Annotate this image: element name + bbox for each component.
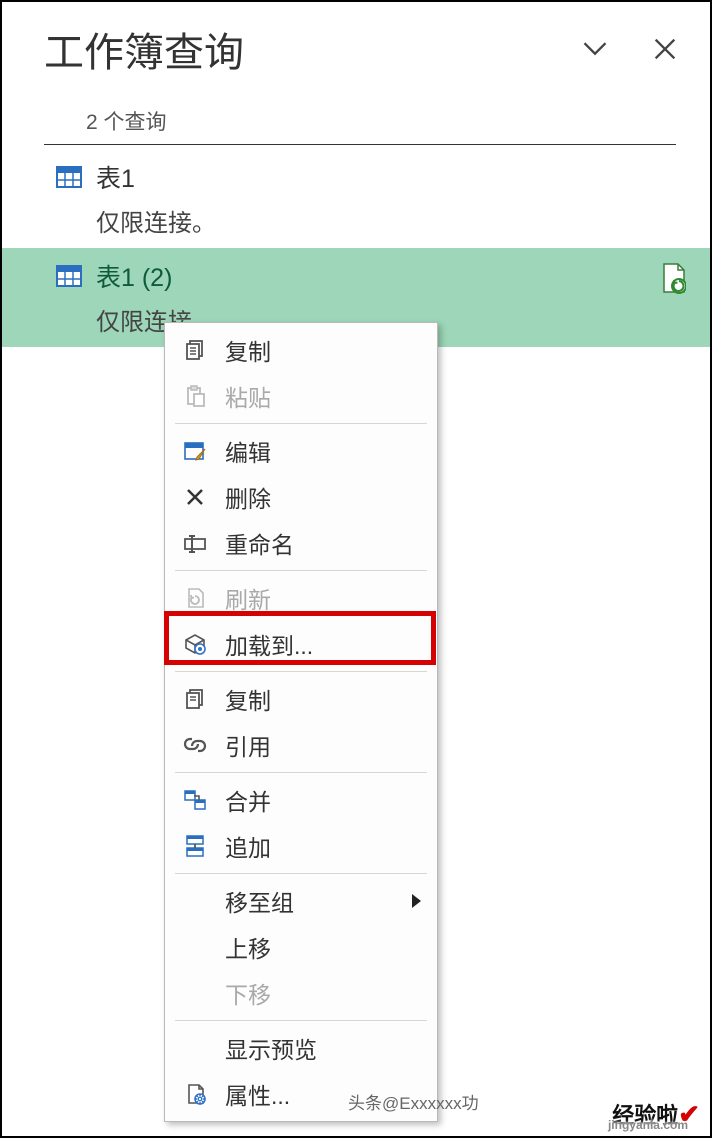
menu-label: 上移 <box>225 930 421 964</box>
blank-icon <box>181 887 209 915</box>
query-item[interactable]: 表1 仅限连接。 <box>2 149 710 248</box>
menu-move-up[interactable]: 上移 <box>165 924 437 970</box>
menu-append[interactable]: 追加 <box>165 823 437 869</box>
blank-icon <box>181 933 209 961</box>
pane-controls <box>580 34 680 64</box>
menu-move-down: 下移 <box>165 970 437 1016</box>
duplicate-icon <box>181 685 209 713</box>
menu-load-to[interactable]: 加载到... <box>165 621 437 667</box>
menu-separator <box>175 772 427 773</box>
edit-icon <box>181 437 209 465</box>
menu-label: 加载到... <box>225 627 421 661</box>
menu-label: 重命名 <box>225 526 421 560</box>
page-refresh-icon <box>660 262 686 299</box>
menu-reference[interactable]: 引用 <box>165 722 437 768</box>
query-status: 仅限连接。 <box>56 203 680 238</box>
delete-icon <box>181 483 209 511</box>
refresh-icon <box>181 584 209 612</box>
append-icon <box>181 832 209 860</box>
query-name: 表1 <box>96 159 135 195</box>
menu-label: 复制 <box>225 682 421 716</box>
table-icon <box>56 265 82 287</box>
menu-duplicate[interactable]: 复制 <box>165 676 437 722</box>
properties-icon <box>181 1080 209 1108</box>
reference-icon <box>181 731 209 759</box>
close-icon <box>651 35 679 63</box>
close-button[interactable] <box>650 34 680 64</box>
menu-delete[interactable]: 删除 <box>165 474 437 520</box>
query-row: 表1 (2) <box>56 258 680 294</box>
rename-icon <box>181 529 209 557</box>
blank-icon <box>181 979 209 1007</box>
query-list: 表1 仅限连接。 表1 (2) 仅限连接。 <box>2 149 710 347</box>
menu-label: 合并 <box>225 783 421 817</box>
query-name: 表1 (2) <box>96 258 172 294</box>
menu-label: 粘贴 <box>225 379 421 413</box>
table-icon <box>56 166 82 188</box>
menu-label: 下移 <box>225 976 421 1010</box>
watermark: 经验啦✔ jingyanla.com <box>612 1098 700 1130</box>
menu-move-to-group[interactable]: 移至组 <box>165 878 437 924</box>
menu-label: 刷新 <box>225 581 421 615</box>
menu-label: 引用 <box>225 728 421 762</box>
query-count-label: 2 个查询 <box>44 96 676 145</box>
menu-show-preview[interactable]: 显示预览 <box>165 1025 437 1071</box>
author-tag: 头条@Exxxxxx功 <box>348 1089 479 1114</box>
menu-label: 移至组 <box>225 884 396 918</box>
menu-separator <box>175 570 427 571</box>
merge-icon <box>181 786 209 814</box>
collapse-button[interactable] <box>580 34 610 64</box>
copy-icon <box>181 336 209 364</box>
menu-separator <box>175 423 427 424</box>
menu-copy[interactable]: 复制 <box>165 327 437 373</box>
menu-label: 显示预览 <box>225 1031 421 1065</box>
menu-rename[interactable]: 重命名 <box>165 520 437 566</box>
menu-label: 删除 <box>225 480 421 514</box>
menu-label: 追加 <box>225 829 421 863</box>
pane-header: 工作簿查询 <box>2 2 710 96</box>
menu-separator <box>175 1020 427 1021</box>
load-to-icon <box>181 630 209 658</box>
menu-label: 复制 <box>225 333 421 367</box>
context-menu: 复制 粘贴 编辑 删除 重命名 刷新 加载到... 复制 引用 合并 追加 <box>164 322 438 1122</box>
menu-separator <box>175 873 427 874</box>
watermark-url: jingyanla.com <box>608 1118 688 1132</box>
submenu-arrow-icon <box>412 894 421 908</box>
blank-icon <box>181 1034 209 1062</box>
menu-separator <box>175 671 427 672</box>
query-row: 表1 <box>56 159 680 195</box>
paste-icon <box>181 382 209 410</box>
pane-title: 工作簿查询 <box>44 20 244 78</box>
menu-refresh: 刷新 <box>165 575 437 621</box>
menu-label: 编辑 <box>225 434 421 468</box>
menu-paste: 粘贴 <box>165 373 437 419</box>
chevron-down-icon <box>581 35 609 63</box>
menu-merge[interactable]: 合并 <box>165 777 437 823</box>
menu-edit[interactable]: 编辑 <box>165 428 437 474</box>
